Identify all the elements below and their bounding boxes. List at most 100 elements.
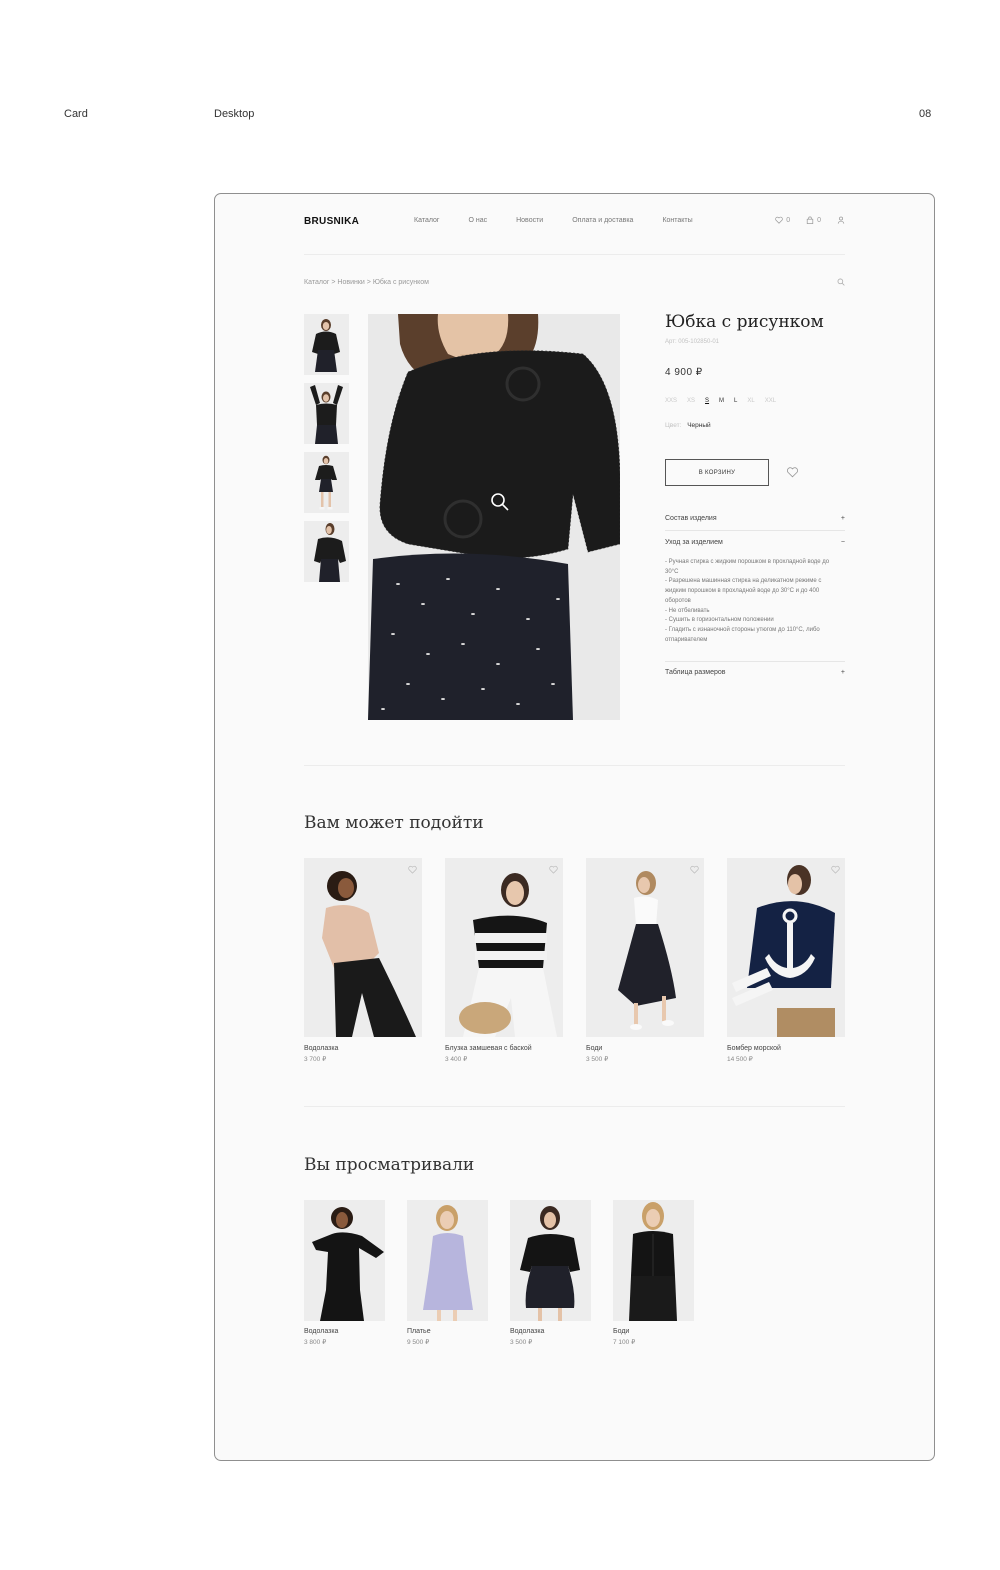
heart-icon[interactable]: [408, 865, 417, 874]
product-card-image[interactable]: [445, 858, 563, 1037]
brand-logo[interactable]: BRUSNIKA: [304, 216, 359, 227]
search-icon[interactable]: [837, 278, 845, 286]
user-icon: [837, 216, 845, 224]
product-card-price: 3 400 ₽: [445, 1056, 468, 1063]
viewed-product-image[interactable]: [304, 1200, 385, 1321]
main-nav: Каталог О нас Новости Оплата и доставка …: [414, 217, 693, 224]
product-card[interactable]: Водолазка 3 700 ₽: [304, 858, 422, 1063]
nav-item-payment-delivery[interactable]: Оплата и доставка: [572, 217, 633, 224]
accordion-divider: [665, 661, 845, 662]
care-item: - Сушить в горизонтальном положении: [665, 617, 774, 624]
add-to-cart-button[interactable]: В корзину: [665, 459, 769, 486]
favorites-link[interactable]: 0: [775, 216, 790, 224]
slide-device-label: Desktop: [214, 108, 255, 120]
slide-page-number: 08: [919, 108, 932, 120]
viewed-product-image[interactable]: [407, 1200, 488, 1321]
thumbnail-photo: [304, 383, 349, 444]
accordion-care[interactable]: Уход за изделием −: [665, 539, 845, 546]
viewed-product-card[interactable]: Боди 7 100 ₽: [613, 1200, 694, 1346]
viewed-product-price: 3 800 ₽: [304, 1339, 327, 1346]
accordion-sizes-table-title: Таблица размеров: [665, 669, 726, 676]
favorites-count: 0: [786, 216, 791, 224]
bag-icon: [806, 216, 814, 224]
nav-item-contacts[interactable]: Контакты: [662, 217, 692, 224]
main-product-image[interactable]: [368, 314, 620, 720]
size-option-s[interactable]: S: [705, 398, 709, 404]
size-option-l[interactable]: L: [734, 398, 737, 404]
thumbnail-2[interactable]: [304, 383, 349, 444]
product-card-price: 14 500 ₽: [727, 1056, 753, 1063]
site-header: BRUSNIKA Каталог О нас Новости Оплата и …: [304, 214, 845, 232]
thumbnail-3[interactable]: [304, 452, 349, 513]
viewed-title: Вы просматривали: [304, 1155, 475, 1175]
product-photo: [304, 858, 422, 1037]
product-photo: [510, 1200, 591, 1321]
product-card-image[interactable]: [727, 858, 845, 1037]
color-value: Черный: [687, 422, 711, 429]
size-option-xl[interactable]: XL: [747, 398, 754, 404]
viewed-product-name[interactable]: Водолазка: [510, 1328, 591, 1335]
product-photo: [407, 1200, 488, 1321]
viewed-product-image[interactable]: [510, 1200, 591, 1321]
slide-section-label: Card: [64, 108, 88, 120]
cart-count: 0: [817, 216, 821, 224]
accordion-divider: [665, 530, 845, 531]
plus-icon: +: [840, 515, 845, 522]
heart-icon[interactable]: [690, 865, 699, 874]
viewed-product-price: 7 100 ₽: [613, 1339, 636, 1346]
product-card-name[interactable]: Боди: [586, 1045, 704, 1052]
viewed-product-card[interactable]: Водолазка 3 800 ₽: [304, 1200, 385, 1346]
size-option-xxl[interactable]: XXL: [765, 398, 776, 404]
minus-icon: −: [840, 539, 845, 546]
product-card[interactable]: Бомбер морской 14 500 ₽: [727, 858, 845, 1063]
viewed-product-image[interactable]: [613, 1200, 694, 1321]
thumbnail-4[interactable]: [304, 521, 349, 582]
care-item: - Гладить с изнаночной стороны утюгом до…: [665, 626, 820, 643]
product-card[interactable]: Боди 3 500 ₽: [586, 858, 704, 1063]
care-item: - Разрешена машинная стирка на деликатно…: [665, 578, 822, 604]
heart-icon[interactable]: [549, 865, 558, 874]
thumbnail-photo: [304, 314, 349, 375]
product-card-name[interactable]: Блузка замшевая с баской: [445, 1045, 563, 1052]
product-photo: [727, 858, 845, 1037]
viewed-product-price: 3 500 ₽: [510, 1339, 533, 1346]
viewed-product-price: 9 500 ₽: [407, 1339, 430, 1346]
product-card-price: 3 500 ₽: [586, 1056, 609, 1063]
viewed-product-card[interactable]: Водолазка 3 500 ₽: [510, 1200, 591, 1346]
add-to-favorites-heart-icon[interactable]: [786, 466, 799, 478]
viewed-product-name[interactable]: Водолазка: [304, 1328, 385, 1335]
accordion-sizes-table[interactable]: Таблица размеров +: [665, 669, 845, 676]
product-card-name[interactable]: Бомбер морской: [727, 1045, 845, 1052]
size-option-m[interactable]: M: [719, 398, 724, 404]
size-option-xxs[interactable]: XXS: [665, 398, 677, 404]
main-product-photo: [368, 314, 620, 720]
product-title: Юбка с рисунком: [665, 312, 824, 332]
size-option-xs[interactable]: XS: [687, 398, 695, 404]
color-label: Цвет:: [665, 422, 682, 429]
accordion-composition[interactable]: Состав изделия +: [665, 515, 845, 522]
product-card[interactable]: Блузка замшевая с баской 3 400 ₽: [445, 858, 563, 1063]
nav-item-catalog[interactable]: Каталог: [414, 217, 439, 224]
heart-icon[interactable]: [831, 865, 840, 874]
color-row: Цвет: Черный: [665, 422, 711, 429]
account-link[interactable]: [837, 216, 845, 224]
product-card-name[interactable]: Водолазка: [304, 1045, 422, 1052]
viewed-product-card[interactable]: Платье 9 500 ₽: [407, 1200, 488, 1346]
product-card-image[interactable]: [304, 858, 422, 1037]
heart-icon: [775, 216, 783, 224]
nav-item-about[interactable]: О нас: [468, 217, 487, 224]
product-photo: [586, 858, 704, 1037]
breadcrumb[interactable]: Каталог > Новинки > Юбка с рисунком: [304, 279, 429, 286]
viewed-product-name[interactable]: Платье: [407, 1328, 488, 1335]
product-price: 4 900 ₽: [665, 367, 703, 378]
nav-item-news[interactable]: Новости: [516, 217, 543, 224]
header-divider: [304, 254, 845, 255]
product-photo: [445, 858, 563, 1037]
thumbnail-1[interactable]: [304, 314, 349, 375]
cart-link[interactable]: 0: [806, 216, 821, 224]
section-divider: [304, 765, 845, 766]
care-item: - Ручная стирка с жидким порошком в прох…: [665, 559, 830, 575]
zoom-icon[interactable]: [490, 492, 510, 512]
viewed-product-name[interactable]: Боди: [613, 1328, 694, 1335]
product-card-image[interactable]: [586, 858, 704, 1037]
